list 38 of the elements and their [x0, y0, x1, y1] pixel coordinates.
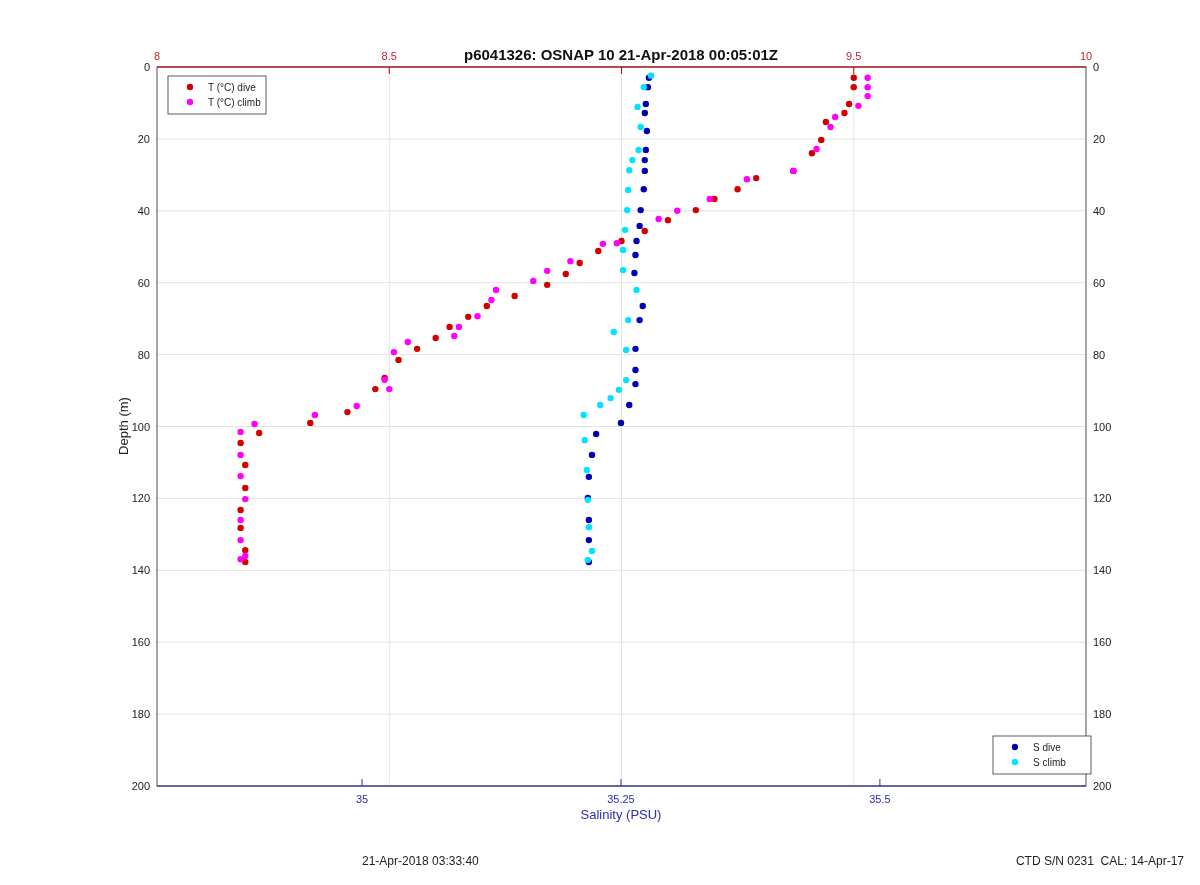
right-axis-tick-label: 80 — [1093, 348, 1106, 361]
y-axis-tick-label: 180 — [131, 708, 150, 721]
y-axis-tick-label: 20 — [137, 132, 150, 145]
top-axis-tick-label: 9.5 — [846, 50, 862, 62]
top-axis-tick-label: 10 — [1079, 50, 1093, 62]
axis-label: Salinity (PSU) — [580, 807, 662, 822]
legend-label: T (°C) climb — [208, 97, 261, 108]
right-axis-tick-label: 60 — [1093, 276, 1106, 289]
right-axis-tick-label: 20 — [1093, 132, 1106, 145]
legend-label: S climb — [1033, 757, 1066, 768]
y-axis-tick-label: 60 — [137, 276, 150, 289]
right-axis-tick-label: 180 — [1093, 708, 1112, 721]
y-axis-tick-label: 140 — [131, 564, 150, 577]
right-axis-tick-label: 200 — [1093, 780, 1112, 792]
legend-label: S dive — [1033, 742, 1061, 753]
x-axis-tick-label: 35.5 — [869, 793, 891, 805]
top-axis-tick-label: 8.5 — [381, 50, 397, 62]
right-axis-tick-label: 120 — [1093, 492, 1112, 505]
right-axis-tick-label: 140 — [1093, 564, 1112, 577]
x-axis-tick-label: 35 — [355, 793, 369, 805]
legend-label: T (°C) dive — [208, 82, 256, 93]
y-axis-tick-label: 80 — [137, 348, 150, 361]
y-axis-tick-label: 40 — [137, 204, 150, 217]
timestamp-text: 21-Apr-2018 03:33:40 — [362, 853, 479, 870]
axis-label: Depth (m) — [116, 397, 131, 455]
y-axis-tick-label: 120 — [131, 492, 150, 505]
x-axis-tick-label: 35.25 — [607, 793, 635, 805]
right-axis-tick-label: 100 — [1093, 420, 1112, 433]
y-axis-tick-label: 160 — [131, 636, 150, 649]
instrument-text: CTD S/N 0231 CAL: 14-Apr-17 — [1015, 853, 1184, 870]
right-axis-tick-label: 160 — [1093, 636, 1112, 649]
chart-title: p6041326: OSNAP 10 21-Apr-2018 00:05:01Z — [463, 46, 779, 63]
right-axis-tick-label: 0 — [1093, 61, 1100, 73]
y-axis-tick-label: 100 — [131, 420, 150, 433]
top-axis-tick-label: 8 — [153, 50, 161, 62]
right-axis-tick-label: 40 — [1093, 204, 1106, 217]
y-axis-tick-label: 0 — [143, 61, 150, 73]
y-axis-tick-label: 200 — [131, 780, 150, 792]
